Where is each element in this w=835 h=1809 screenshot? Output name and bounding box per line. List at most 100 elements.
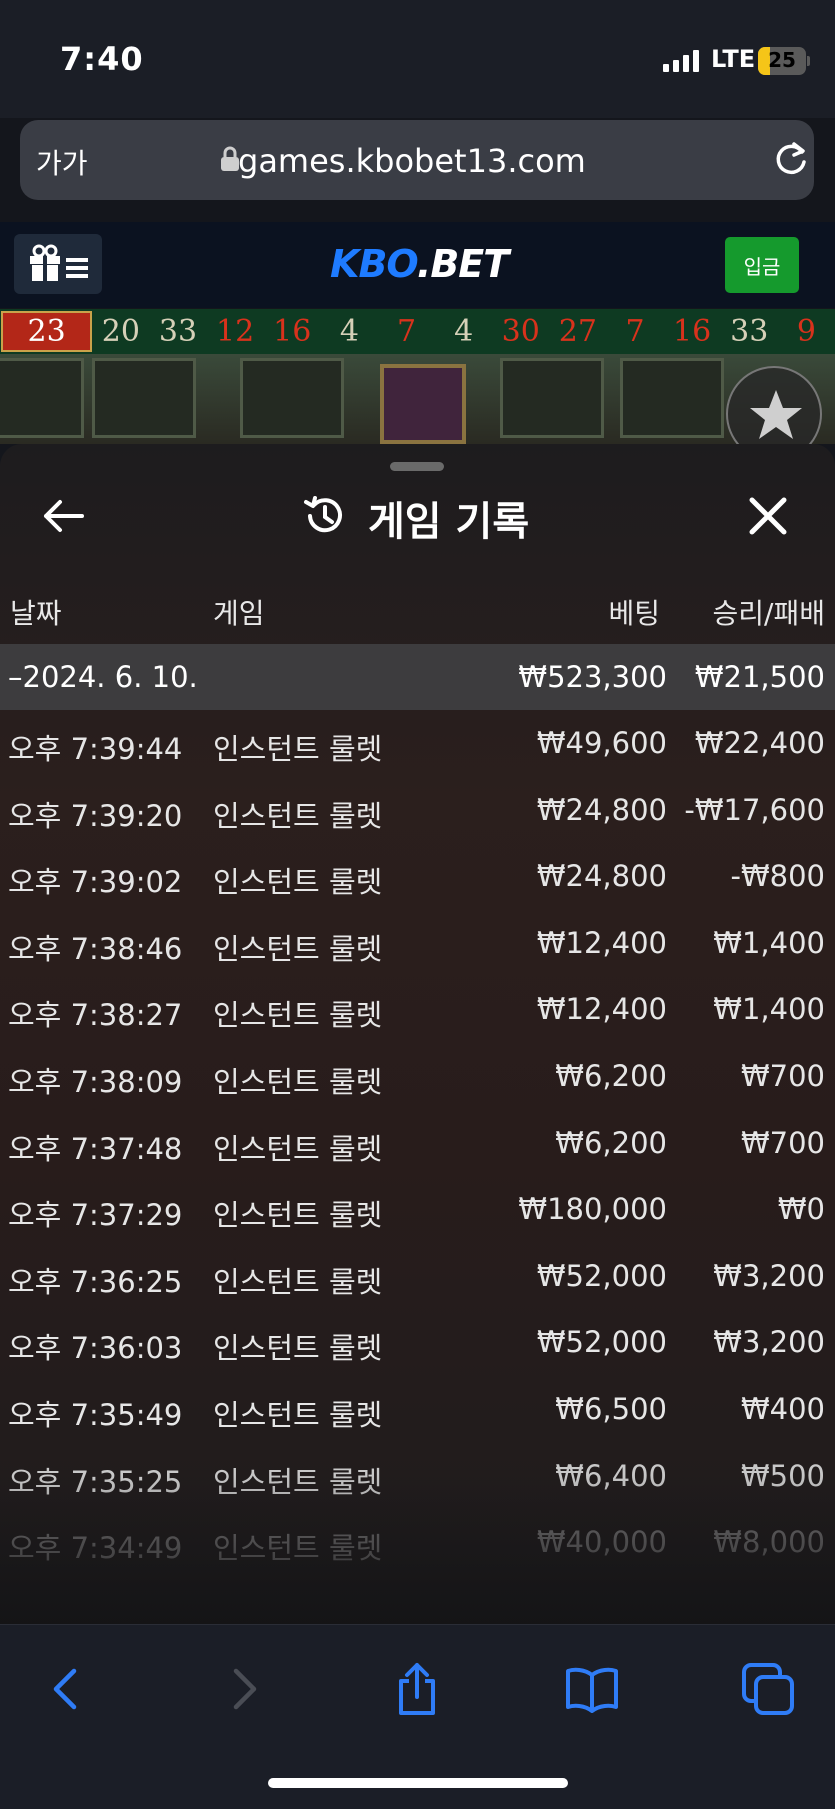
row-time: 오후 7:37:29 (8, 1198, 183, 1233)
result-number: 33 (730, 314, 769, 349)
sheet-title: 게임 기록 (368, 499, 530, 545)
row-time: 오후 7:36:25 (8, 1264, 183, 1299)
row-game: 인스턴트 룰렛 (213, 865, 383, 900)
history-row[interactable]: 오후 7:36:25 인스턴트 룰렛 ₩52,000 ₩3,200 (0, 1243, 835, 1310)
row-game: 인스턴트 룰렛 (213, 1131, 383, 1166)
row-game: 인스턴트 룰렛 (213, 998, 383, 1033)
result-number: 27 (558, 314, 597, 349)
date-group-label: –2024. 6. 10. (8, 660, 198, 694)
row-bet: ₩52,000 (536, 1325, 667, 1360)
text-size-button[interactable]: 가가 (36, 142, 88, 182)
result-number: 4 (339, 314, 359, 349)
row-time: 오후 7:36:03 (8, 1331, 183, 1366)
row-result: ₩1,400 (713, 925, 825, 960)
history-row[interactable]: 오후 7:38:46 인스턴트 룰렛 ₩12,400 ₩1,400 (0, 910, 835, 977)
tabs-icon[interactable] (740, 1661, 796, 1717)
row-time: 오후 7:39:02 (8, 865, 183, 900)
status-bar: 7:40 LTE 25 (0, 0, 835, 118)
history-row[interactable]: 오후 7:36:03 인스턴트 룰렛 ₩52,000 ₩3,200 (0, 1309, 835, 1376)
column-header-game[interactable]: 게임 (213, 592, 265, 632)
row-result: -₩17,600 (684, 792, 825, 827)
row-game: 인스턴트 룰렛 (213, 931, 383, 966)
game-history-sheet: 게임 기록 날짜 게임 베팅 승리/패배 –2024. 6. 10. ₩523,… (0, 444, 835, 1624)
gift-menu-button[interactable] (14, 234, 102, 294)
result-number: 30 (501, 314, 540, 349)
row-bet: ₩6,200 (555, 1125, 667, 1160)
column-header-bet[interactable]: 베팅 (608, 592, 660, 632)
close-icon[interactable] (748, 496, 788, 536)
column-header-win-loss[interactable]: 승리/패배 (713, 592, 825, 632)
row-time: 오후 7:39:44 (8, 732, 183, 766)
row-bet: ₩6,200 (555, 1059, 667, 1093)
history-row[interactable]: 오후 7:39:02 인스턴트 룰렛 ₩24,800 -₩800 (0, 843, 835, 910)
result-number: 20 (101, 314, 140, 349)
row-bet: ₩49,600 (536, 726, 667, 760)
site-logo[interactable]: KBO.BET (330, 242, 509, 286)
date-group-row[interactable]: –2024. 6. 10. ₩523,300 ₩21,500 (0, 644, 835, 710)
row-result: ₩22,400 (694, 726, 825, 760)
home-indicator[interactable] (268, 1778, 568, 1788)
row-result: ₩0 (777, 1192, 825, 1227)
address-bar[interactable]: 가가 games.kbobet13.com (20, 120, 814, 200)
history-row[interactable]: 오후 7:39:20 인스턴트 룰렛 ₩24,800 -₩17,600 (0, 777, 835, 844)
game-background (0, 354, 835, 444)
history-row[interactable]: 오후 7:37:29 인스턴트 룰렛 ₩180,000 ₩0 (0, 1176, 835, 1243)
result-number: 4 (454, 314, 474, 349)
row-time: 오후 7:37:48 (8, 1131, 183, 1166)
battery-icon: 25 (758, 47, 806, 75)
gift-menu-icon (30, 244, 88, 281)
column-header-date[interactable]: 날짜 (10, 592, 62, 632)
row-result: ₩700 (740, 1125, 825, 1160)
result-number: 16 (673, 314, 712, 349)
row-bet: ₩180,000 (518, 1192, 667, 1227)
row-time: 오후 7:38:46 (8, 931, 183, 966)
history-row[interactable]: 오후 7:39:44 인스턴트 룰렛 ₩49,600 ₩22,400 (0, 710, 835, 777)
row-time: 오후 7:39:20 (8, 798, 183, 833)
row-result: -₩800 (730, 859, 826, 894)
history-row[interactable]: 오후 7:37:48 인스턴트 룰렛 ₩6,200 ₩700 (0, 1110, 835, 1177)
row-bet: ₩12,400 (536, 925, 667, 960)
row-result: ₩1,400 (713, 992, 825, 1027)
back-arrow-icon[interactable] (40, 496, 86, 536)
result-number: 33 (158, 314, 198, 349)
row-time: 오후 7:35:49 (8, 1398, 183, 1432)
share-icon[interactable] (389, 1661, 445, 1717)
signal-icon (663, 50, 699, 72)
date-group-bet-total: ₩523,300 (518, 660, 667, 694)
url-text[interactable]: games.kbobet13.com (238, 142, 586, 180)
row-bet: ₩6,500 (555, 1392, 667, 1426)
row-bet: ₩24,800 (536, 792, 667, 827)
recent-results-strip: 23 20 33 12 16 4 7 4 30 27 7 16 33 9 (0, 309, 835, 354)
result-number: 12 (216, 314, 255, 349)
row-game: 인스턴트 룰렛 (213, 1331, 383, 1366)
row-game: 인스턴트 룰렛 (213, 798, 383, 833)
row-bet: ₩24,800 (536, 859, 667, 894)
site-header: KBO.BET 입금 (0, 222, 835, 308)
result-number: 9 (796, 314, 816, 349)
history-icon (304, 496, 342, 533)
sheet-grabber[interactable] (390, 462, 444, 471)
date-group-win-total: ₩21,500 (694, 660, 825, 694)
deposit-button[interactable]: 입금 (725, 237, 799, 293)
chevron-right-icon[interactable] (216, 1661, 272, 1717)
network-type: LTE (711, 45, 756, 73)
history-row[interactable]: 오후 7:35:49 인스턴트 룰렛 ₩6,500 ₩400 (0, 1376, 835, 1443)
history-row[interactable]: 오후 7:38:09 인스턴트 룰렛 ₩6,200 ₩700 (0, 1043, 835, 1110)
battery-level: 25 (768, 48, 796, 72)
reload-icon[interactable] (772, 140, 810, 178)
row-result: ₩3,200 (713, 1258, 825, 1293)
row-time: 오후 7:38:27 (8, 998, 183, 1033)
history-row[interactable]: 오후 7:38:27 인스턴트 룰렛 ₩12,400 ₩1,400 (0, 976, 835, 1043)
result-number: 7 (396, 314, 417, 349)
row-result: ₩700 (740, 1059, 825, 1093)
row-game: 인스턴트 룰렛 (213, 1065, 383, 1099)
row-game: 인스턴트 룰렛 (213, 1198, 383, 1233)
row-result: ₩400 (740, 1392, 825, 1426)
row-bet: ₩52,000 (536, 1258, 667, 1293)
chevron-left-icon[interactable] (38, 1661, 94, 1717)
lock-icon (221, 146, 239, 171)
row-game: 인스턴트 룰렛 (213, 732, 383, 766)
row-game: 인스턴트 룰렛 (213, 1264, 383, 1299)
status-time: 7:40 (60, 40, 144, 78)
book-icon[interactable] (564, 1661, 620, 1717)
